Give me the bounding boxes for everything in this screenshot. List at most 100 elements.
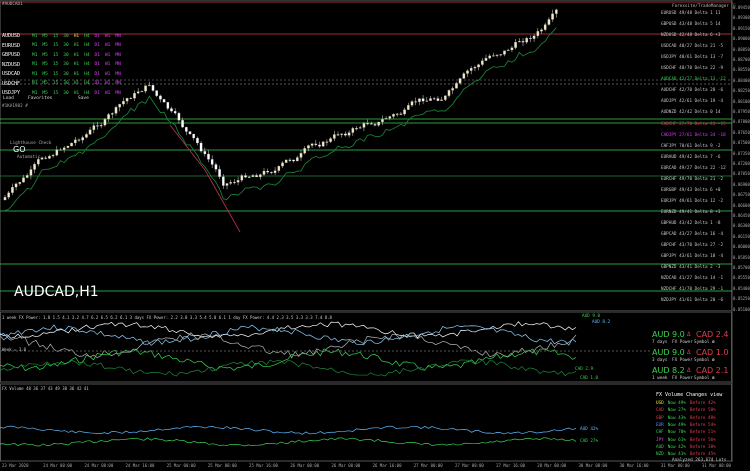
timeframe-30[interactable]: 30: [63, 43, 68, 48]
timeframe-15[interactable]: 15: [53, 91, 58, 96]
pair-item[interactable]: AUDCHF 42/70 Delta 28 -6: [661, 88, 723, 93]
pair-item[interactable]: CHFJPY 70/61 Delta 9 -2: [661, 144, 721, 149]
timeframe-30[interactable]: 30: [63, 91, 68, 96]
timeframe-h4[interactable]: H4: [84, 34, 89, 39]
timeframe-m1[interactable]: M1: [32, 62, 37, 67]
pair-item[interactable]: CADJPY 27/61 Delta 34 -18: [661, 133, 726, 138]
symbol-row-usdjpy[interactable]: USDJPY M1 M5 15 30 H1 H4 D1 W1 MN: [2, 89, 123, 97]
pair-item[interactable]: GBPNZD 43/41 Delta 2 -3: [661, 265, 721, 270]
timeframe-mn[interactable]: MN: [115, 62, 120, 67]
symbol-row-usdcad[interactable]: USDCAD M1 M5 15 30 H1 H4 D1 W1 MN: [2, 70, 123, 78]
timeframe-m1[interactable]: M1: [32, 91, 37, 96]
timeframe-mn[interactable]: MN: [115, 34, 120, 39]
timeframe-w1[interactable]: W1: [105, 81, 110, 86]
gear-icon[interactable]: ⚙: [712, 358, 715, 363]
pair-item[interactable]: AUDCAD 42/27 Delta 13 -12: [661, 77, 726, 82]
symbol-row-eurusd[interactable]: EURUSD M1 M5 15 30 H1 H4 D1 W1 MN: [2, 42, 123, 50]
symbol-row-audusd[interactable]: AUDUSD M1 M5 15 30 H1 H4 D1 W1 MN: [2, 32, 123, 40]
timeframe-m5[interactable]: M5: [42, 91, 47, 96]
timeframe-d1[interactable]: D1: [95, 34, 100, 39]
load-button[interactable]: Load: [3, 96, 14, 101]
pair-item[interactable]: NZDCAD 41/27 Delta 14 -1: [661, 276, 723, 281]
pair-item[interactable]: USDCHF 48/70 Delta 22 -9: [661, 66, 723, 71]
timeframe-w1[interactable]: W1: [105, 43, 110, 48]
timeframe-d1[interactable]: D1: [95, 72, 100, 77]
save-button[interactable]: Save: [78, 96, 89, 101]
timeframe-mn[interactable]: MN: [115, 72, 120, 77]
timeframe-m1[interactable]: M1: [32, 43, 37, 48]
timeframe-h1[interactable]: H1: [74, 81, 79, 86]
timeframe-30[interactable]: 30: [63, 62, 68, 67]
timeframe-d1[interactable]: D1: [95, 62, 100, 67]
timeframe-15[interactable]: 15: [53, 34, 58, 39]
pair-item[interactable]: USDJPY 48/61 Delta 13 -7: [661, 55, 723, 60]
symbol-row-usdchf[interactable]: USDCHF M1 M5 15 30 H1 H4 D1 W1 MN: [2, 80, 123, 88]
timeframe-m5[interactable]: M5: [42, 53, 47, 58]
timeframe-h4[interactable]: H4: [84, 43, 89, 48]
symbol-row-nzdusd[interactable]: NZDUSD M1 M5 15 30 H1 H4 D1 W1 MN: [2, 61, 123, 69]
timeframe-mn[interactable]: MN: [115, 43, 120, 48]
timeframe-30[interactable]: 30: [63, 81, 68, 86]
timeframe-h4[interactable]: H4: [84, 62, 89, 67]
fx-power-symbol[interactable]: Symbol: [694, 376, 710, 381]
pair-item[interactable]: GBPCAD 43/27 Delta 16 -4: [661, 232, 723, 237]
symbol-name[interactable]: GBPUSD: [2, 52, 29, 58]
timeframe-m1[interactable]: M1: [32, 72, 37, 77]
pair-item[interactable]: CADCHF 27/70 Delta 43 -15: [661, 122, 726, 127]
timeframe-w1[interactable]: W1: [105, 72, 110, 77]
timeframe-h1[interactable]: H1: [74, 53, 79, 58]
pair-item[interactable]: EURGBP 49/43 Delta 6 +0: [661, 188, 721, 193]
symbol-name[interactable]: AUDUSD: [2, 33, 29, 39]
timeframe-w1[interactable]: W1: [105, 62, 110, 67]
timeframe-h1[interactable]: H1: [74, 34, 79, 39]
timeframe-w1[interactable]: W1: [105, 34, 110, 39]
pair-item[interactable]: USDCAD 48/27 Delta 21 -5: [661, 44, 723, 49]
pair-item[interactable]: EURAUD 49/42 Delta 7 -6: [661, 155, 721, 160]
timeframe-mn[interactable]: MN: [115, 53, 120, 58]
timeframe-m1[interactable]: M1: [32, 53, 37, 58]
timeframe-mn[interactable]: MN: [115, 81, 120, 86]
timeframe-m1[interactable]: M1: [32, 81, 37, 86]
gear-icon[interactable]: ⚙: [712, 340, 715, 345]
timeframe-h1[interactable]: H1: [74, 91, 79, 96]
timeframe-m5[interactable]: M5: [42, 81, 47, 86]
pair-item[interactable]: EURJPY 49/61 Delta 12 -2: [661, 199, 723, 204]
timeframe-h1[interactable]: H1: [74, 62, 79, 67]
timeframe-30[interactable]: 30: [63, 72, 68, 77]
symbol-name[interactable]: NZDUSD: [2, 62, 29, 68]
timeframe-15[interactable]: 15: [53, 43, 58, 48]
pair-item[interactable]: NZDUSD 42/48 Delta 6 +3: [661, 33, 721, 38]
timeframe-15[interactable]: 15: [53, 62, 58, 67]
pair-item[interactable]: GBPCHF 43/70 Delta 27 -2: [661, 243, 723, 248]
timeframe-h1[interactable]: H1: [74, 43, 79, 48]
timeframe-w1[interactable]: W1: [105, 91, 110, 96]
fx-power-symbol[interactable]: Symbol: [694, 340, 710, 345]
symbol-name[interactable]: USDCAD: [2, 71, 29, 77]
timeframe-h4[interactable]: H4: [84, 53, 89, 58]
timeframe-d1[interactable]: D1: [95, 81, 100, 86]
timeframe-15[interactable]: 15: [53, 53, 58, 58]
timeframe-15[interactable]: 15: [53, 72, 58, 77]
pair-item[interactable]: GBPAUD 43/42 Delta 1 -8: [661, 221, 721, 226]
pair-item[interactable]: NZDJPY 41/61 Delta 20 -6: [661, 298, 723, 303]
pair-item[interactable]: AUDNZD 42/42 Delta 0 14: [661, 110, 721, 115]
gear-icon[interactable]: ⚙: [712, 376, 715, 381]
pair-item[interactable]: EURCAD 49/27 Delta 22 -12: [661, 166, 726, 171]
timeframe-w1[interactable]: W1: [105, 53, 110, 58]
timeframe-d1[interactable]: D1: [95, 91, 100, 96]
pair-item[interactable]: AUDJPY 42/61 Delta 19 -4: [661, 99, 723, 104]
favorites-button[interactable]: Favorites: [28, 96, 52, 101]
symbol-name[interactable]: EURUSD: [2, 43, 29, 49]
timeframe-m5[interactable]: M5: [42, 43, 47, 48]
timeframe-15[interactable]: 15: [53, 81, 58, 86]
go-button[interactable]: GO: [13, 145, 26, 154]
timeframe-d1[interactable]: D1: [95, 43, 100, 48]
timeframe-m5[interactable]: M5: [42, 62, 47, 67]
timeframe-30[interactable]: 30: [63, 53, 68, 58]
timeframe-mn[interactable]: MN: [115, 91, 120, 96]
pair-item[interactable]: NZDCHF 41/70 Delta 29 -1: [661, 287, 723, 292]
fx-power-symbol[interactable]: Symbol: [694, 358, 710, 363]
pair-item[interactable]: EURUSD 49/48 Delta 1 11: [661, 11, 721, 16]
timeframe-m5[interactable]: M5: [42, 34, 47, 39]
timeframe-d1[interactable]: D1: [95, 53, 100, 58]
